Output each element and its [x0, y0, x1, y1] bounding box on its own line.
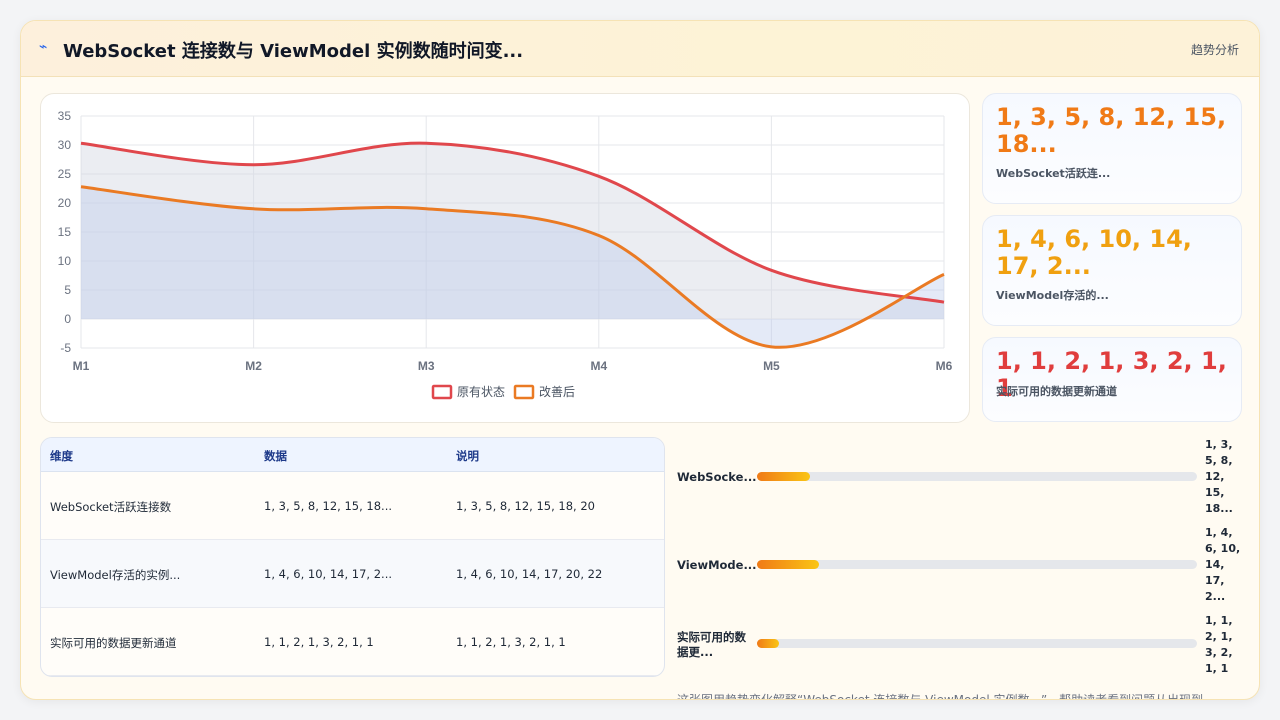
x-tick-label: M3	[418, 359, 435, 373]
table-cell: 实际可用的数据更新通道	[50, 636, 177, 650]
bar-value-line: 14,	[1205, 558, 1225, 571]
bar-value-line: 17,	[1205, 574, 1225, 587]
table-row: ViewModel存活的实例... 1, 4, 6, 10, 14, 17, 2…	[41, 540, 664, 608]
bar-label: 实际可用的数 据更...	[677, 630, 746, 660]
y-tick-label: 0	[64, 312, 71, 326]
main-card: ⌁ WebSocket 连接数与 ViewModel 实例数随时间变... 趋势…	[20, 20, 1260, 700]
table-row: 实际可用的数据更新通道 1, 1, 2, 1, 3, 2, 1, 1 1, 1,…	[41, 608, 664, 676]
bar-value-line: 18...	[1205, 502, 1233, 515]
bar-label-line: 实际可用的数	[677, 630, 746, 644]
card-header: ⌁ WebSocket 连接数与 ViewModel 实例数随时间变... 趋势…	[21, 21, 1259, 77]
y-tick-label: 20	[58, 196, 72, 210]
x-tick-label: M4	[590, 359, 607, 373]
bar-value-line: 1, 1	[1205, 662, 1229, 675]
bar-value: 1, 4, 6, 10, 14, 17, 2...	[1205, 525, 1241, 605]
y-tick-label: 5	[64, 283, 71, 297]
table-cell: 1, 3, 5, 8, 12, 15, 18...	[264, 499, 392, 513]
bar-value-line: 6, 10,	[1205, 542, 1241, 555]
legend-label: 原有状态	[457, 385, 505, 399]
legend-label: 改善后	[539, 384, 575, 399]
bar-track	[757, 560, 1197, 569]
table-header: 维度 数据 说明	[41, 438, 664, 472]
column-header: 维度	[50, 449, 73, 463]
y-tick-label: -5	[60, 341, 71, 355]
table-cell: ViewModel存活的实例...	[50, 568, 181, 582]
column-header: 数据	[264, 449, 287, 463]
page-title: WebSocket 连接数与 ViewModel 实例数随时间变...	[63, 41, 524, 62]
y-tick-label: 30	[58, 138, 72, 152]
bar-label-line: 据更...	[677, 645, 714, 659]
bar-value: 1, 1, 2, 1, 3, 2, 1, 1	[1205, 613, 1241, 677]
lightning-icon: ⌁	[39, 39, 48, 55]
bar-track	[757, 472, 1197, 481]
y-tick-label: 10	[58, 254, 72, 268]
table-cell: 1, 4, 6, 10, 14, 17, 20, 22	[456, 567, 603, 581]
bar-value-line: 1, 4,	[1205, 526, 1233, 539]
stat-label: 实际可用的数据更新通道	[996, 385, 1117, 398]
bar-value: 1, 3, 5, 8, 12, 15, 18...	[1205, 437, 1241, 517]
y-tick-label: 35	[58, 109, 72, 123]
table-cell: 1, 4, 6, 10, 14, 17, 2...	[264, 567, 392, 581]
bar-value-line: 12,	[1205, 470, 1225, 483]
bar-fill	[757, 639, 779, 648]
bar-label: WebSocke...	[677, 470, 757, 484]
trend-analysis-link[interactable]: 趋势分析	[1191, 41, 1239, 58]
line-chart-panel: 35 30 25 20 15 10 5 0 -5 M1 M2 M3 M4 M5 M6 原有状态 改善后	[40, 93, 970, 423]
x-tick-label: M1	[73, 359, 90, 373]
bar-fill	[757, 560, 819, 569]
line-chart: 35 30 25 20 15 10 5 0 -5M1 M2 M3 M4 M5 M6 原有状态 改善后	[58, 109, 953, 400]
stat-card-viewmodel: 1, 4, 6, 10, 14, 17, 2... ViewModel存活的..…	[982, 215, 1242, 326]
bar-value-line: 2...	[1205, 590, 1226, 603]
description-text: 这张图用趋势变化解释“WebSocket 连接数与 ViewModel 实例数.…	[677, 693, 1204, 700]
bar-track	[757, 639, 1197, 648]
table-row: WebSocket活跃连接数 1, 3, 5, 8, 12, 15, 18...…	[41, 472, 664, 540]
bar-fill	[757, 472, 810, 481]
table-cell: 1, 3, 5, 8, 12, 15, 18, 20	[456, 499, 595, 513]
table-cell: 1, 1, 2, 1, 3, 2, 1, 1	[456, 635, 566, 649]
legend-swatch	[431, 384, 453, 400]
table-cell: WebSocket活跃连接数	[50, 500, 172, 514]
column-header: 说明	[456, 449, 479, 463]
stat-label: WebSocket活跃连...	[996, 167, 1111, 180]
stat-card-websocket: 1, 3, 5, 8, 12, 15, 18... WebSocket活跃连..…	[982, 93, 1242, 204]
x-tick-label: M5	[763, 359, 780, 373]
bar-value-line: 5, 8,	[1205, 454, 1233, 467]
bar-value-line: 15,	[1205, 486, 1225, 499]
y-tick-label: 15	[58, 225, 72, 239]
stat-value: 1, 3, 5, 8, 12, 15, 18...	[996, 103, 1227, 158]
data-table: 维度 数据 说明 WebSocket活跃连接数 1, 3, 5, 8, 12, …	[40, 437, 665, 677]
bar-value-line: 3, 2,	[1205, 646, 1233, 659]
stat-label: ViewModel存活的...	[996, 289, 1109, 302]
bar-value-line: 1, 1,	[1205, 614, 1233, 627]
table-cell: 1, 1, 2, 1, 3, 2, 1, 1	[264, 635, 374, 649]
y-tick-label: 25	[58, 167, 72, 181]
stat-card-channel: 1, 1, 2, 1, 3, 2, 1, 1 实际可用的数据更新通道	[982, 337, 1242, 422]
x-tick-label: M2	[245, 359, 262, 373]
stat-value: 1, 4, 6, 10, 14, 17, 2...	[996, 225, 1192, 280]
legend-swatch	[513, 384, 535, 400]
bar-value-line: 2, 1,	[1205, 630, 1233, 643]
x-tick-label: M6	[936, 359, 953, 373]
progress-bars: WebSocke... 1, 3, 5, 8, 12, 15, 18... Vi…	[677, 437, 1247, 697]
bar-label: ViewMode...	[677, 558, 757, 572]
bar-value-line: 1, 3,	[1205, 438, 1233, 451]
